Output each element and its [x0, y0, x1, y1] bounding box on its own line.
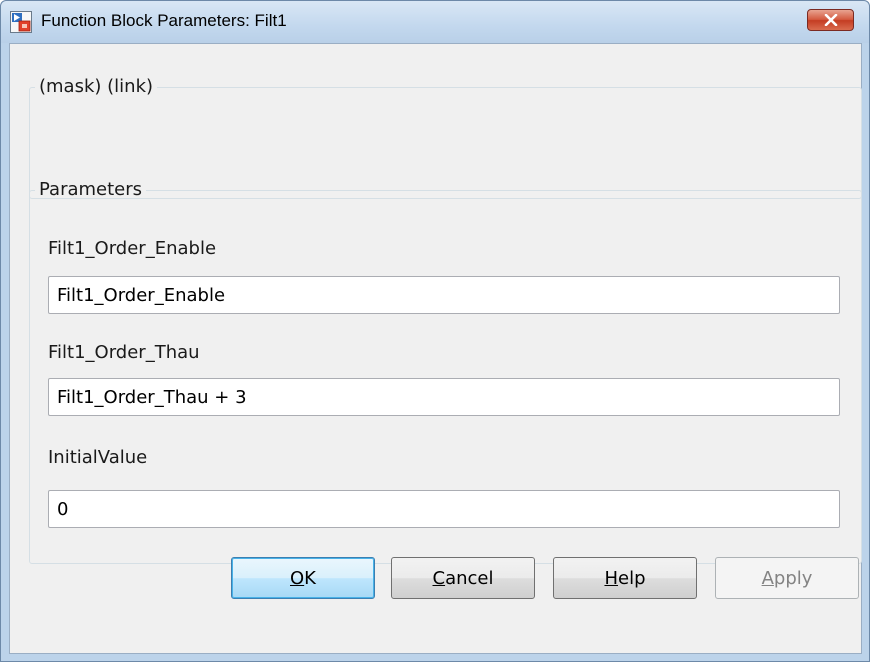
- ok-button[interactable]: OK: [231, 557, 375, 599]
- filt1-order-enable-field[interactable]: [48, 276, 840, 314]
- ok-label-rest: K: [304, 567, 316, 589]
- apply-mnemonic: A: [761, 567, 774, 589]
- simulink-block-icon: [10, 11, 32, 33]
- help-button[interactable]: Help: [553, 557, 697, 599]
- close-button[interactable]: [807, 9, 854, 31]
- filt1-order-thau-field[interactable]: [48, 378, 840, 416]
- cancel-button[interactable]: Cancel: [391, 557, 535, 599]
- apply-label-rest: pply: [773, 567, 813, 589]
- cancel-label-rest: ancel: [445, 567, 494, 589]
- filt1-order-thau-label: Filt1_Order_Thau: [48, 342, 200, 363]
- initial-value-label: InitialValue: [48, 447, 148, 468]
- window-title: Function Block Parameters: Filt1: [41, 11, 287, 30]
- filt1-order-enable-label: Filt1_Order_Enable: [48, 238, 217, 259]
- cancel-mnemonic: C: [432, 567, 446, 589]
- ok-mnemonic: O: [290, 567, 305, 589]
- initial-value-field[interactable]: [48, 490, 840, 528]
- apply-button[interactable]: Apply: [715, 557, 859, 599]
- help-mnemonic: H: [604, 567, 619, 589]
- parameters-group-label: Parameters: [39, 179, 143, 200]
- mask-link-label: (mask) (link): [39, 76, 154, 97]
- title-bar[interactable]: Function Block Parameters: Filt1: [1, 1, 869, 43]
- dialog-window: Function Block Parameters: Filt1 (mask) …: [0, 0, 870, 662]
- close-icon: [824, 14, 838, 26]
- help-label-rest: elp: [618, 567, 646, 589]
